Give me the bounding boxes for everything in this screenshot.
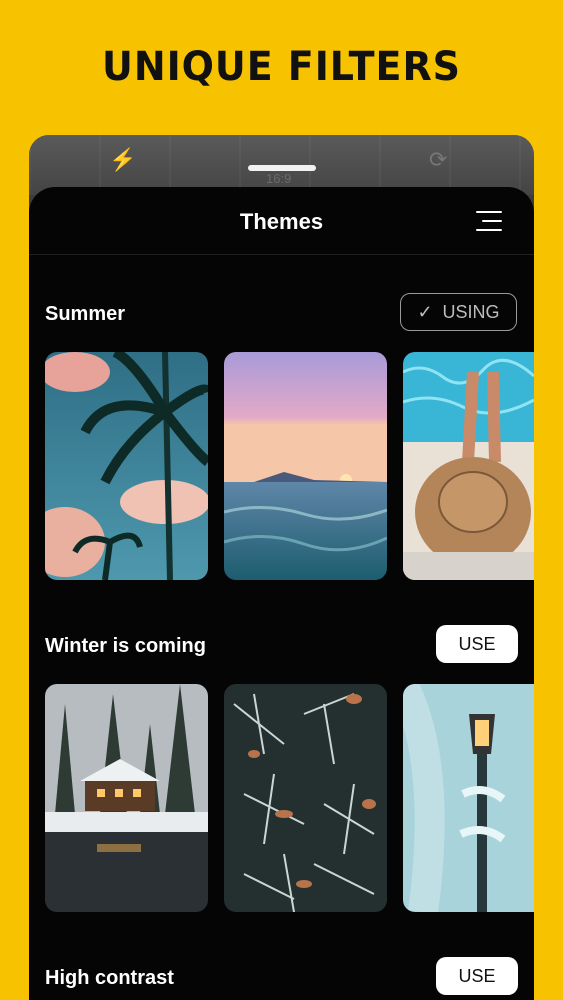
phone-screen: ⚡ ⟳ 16:9 Themes Summer ✓ USING Winter is…: [29, 135, 534, 1000]
flash-icon[interactable]: ⚡: [109, 147, 136, 173]
section-title: Summer: [45, 303, 126, 325]
check-icon: ✓: [417, 301, 433, 322]
headline: UNIQUE FILTERS: [102, 44, 461, 90]
thumb-snowy-cabin[interactable]: [45, 684, 208, 912]
sheet-header: Themes: [29, 187, 534, 255]
aspect-ratio[interactable]: 16:9: [266, 171, 291, 186]
use-button[interactable]: USE: [436, 957, 518, 995]
use-button[interactable]: USE: [436, 625, 518, 663]
using-button[interactable]: ✓ USING: [400, 293, 517, 331]
thumb-frozen-lamp[interactable]: [403, 684, 534, 912]
rotate-camera-icon[interactable]: ⟳: [429, 147, 447, 173]
thumb-palm-trees[interactable]: [45, 352, 208, 580]
thumb-ocean-sunset[interactable]: [224, 352, 387, 580]
thumb-pool-hat[interactable]: [403, 352, 534, 580]
thumb-frosted-pine[interactable]: [224, 684, 387, 912]
sheet-title: Themes: [239, 209, 324, 234]
using-label: USING: [442, 301, 500, 322]
section-title: High contrast: [45, 967, 174, 989]
menu-icon[interactable]: [476, 211, 502, 231]
sheet-drag-handle[interactable]: [248, 165, 316, 171]
section-title: Winter is coming: [45, 635, 206, 657]
themes-sheet: Themes Summer ✓ USING Winter is coming U…: [29, 187, 534, 1000]
